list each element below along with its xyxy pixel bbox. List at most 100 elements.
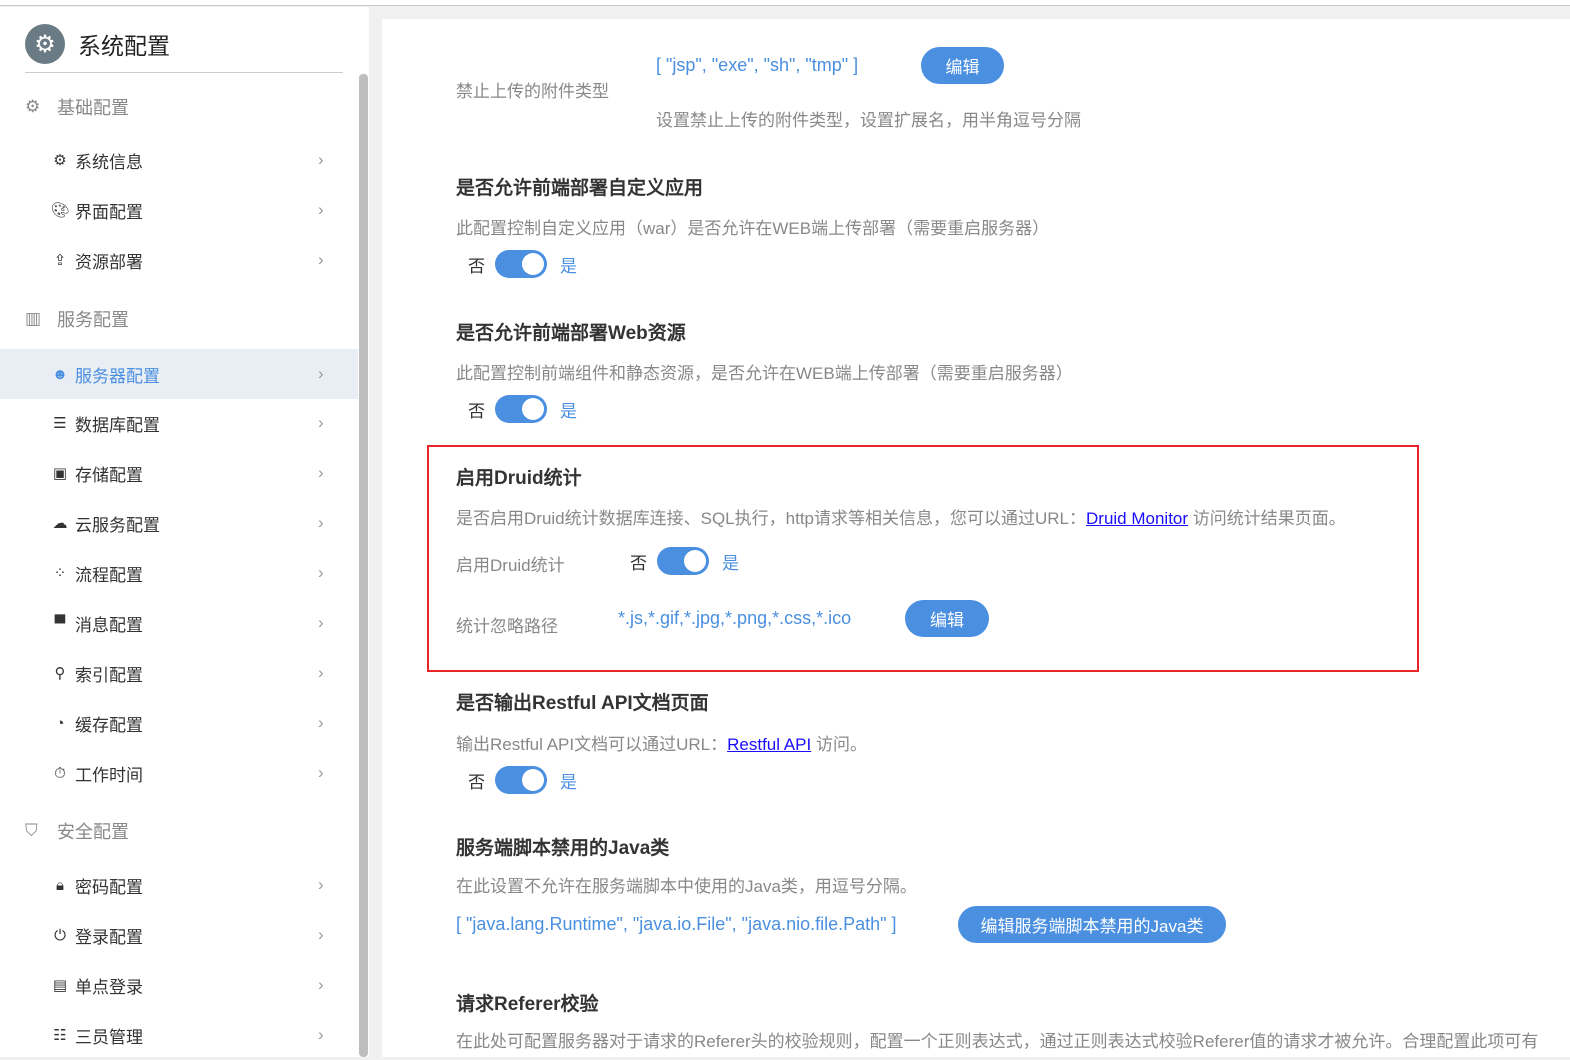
item-label: 索引配置	[75, 665, 143, 685]
chevron-right-icon: ›	[318, 663, 324, 682]
chevron-right-icon: ›	[318, 463, 324, 482]
toggle-switch[interactable]	[495, 395, 547, 423]
toggle-off-label: 否	[468, 772, 485, 792]
web-res-title: 是否允许前端部署Web资源	[456, 323, 686, 344]
toggle-on-label: 是	[722, 553, 739, 573]
sidebar-item-cache[interactable]: ◔ 缓存配置 ›	[0, 698, 358, 748]
chevron-right-icon: ›	[318, 975, 324, 994]
upload-types-label: 禁止上传的附件类型	[456, 82, 609, 101]
toggle-on-label: 是	[560, 772, 577, 792]
restful-toggle[interactable]: 否是	[468, 766, 577, 794]
sidebar-item-sso[interactable]: ▤ 单点登录 ›	[0, 960, 358, 1010]
item-label: 流程配置	[75, 565, 143, 585]
druid-title: 启用Druid统计	[456, 468, 582, 489]
upload-icon: ⇪	[53, 252, 67, 269]
edit-java-classes-button[interactable]: 编辑服务端脚本禁用的Java类	[958, 906, 1226, 943]
timer-icon: ⏱	[54, 764, 66, 782]
restful-desc: 输出Restful API文档可以通过URL：Restful API 访问。	[456, 730, 867, 755]
archive-icon: ▣	[52, 465, 68, 482]
sidebar-item-index[interactable]: ⚲ 索引配置 ›	[0, 648, 358, 698]
toggle-off-label: 否	[630, 553, 647, 573]
toggle-off-label: 否	[468, 401, 485, 421]
sidebar-scrollbar-thumb[interactable]	[359, 74, 368, 1057]
toggle-on-label: 是	[560, 401, 577, 421]
gear-icon: ⚙	[53, 152, 67, 169]
window-top-border	[0, 0, 1570, 6]
toggle-switch[interactable]	[495, 250, 547, 278]
item-label: 服务器配置	[75, 366, 160, 386]
toggle-switch[interactable]	[495, 766, 547, 794]
java-classes-value: [ "java.lang.Runtime", "java.io.File", "…	[456, 914, 897, 934]
custom-app-title: 是否允许前端部署自定义应用	[456, 178, 704, 199]
sidebar-item-cloud[interactable]: ☁ 云服务配置 ›	[0, 498, 358, 548]
list-icon: ☷	[53, 1027, 67, 1044]
pie-icon: ◔	[55, 714, 65, 732]
chevron-right-icon: ›	[318, 250, 324, 269]
item-label: 密码配置	[75, 877, 143, 897]
sidebar-item-server[interactable]: ☻ 服务器配置 ›	[0, 349, 358, 399]
shield-icon: ⛉	[25, 821, 38, 840]
database-icon: ☰	[53, 415, 67, 432]
referer-title: 请求Referer校验	[456, 994, 599, 1015]
group-label: 基础配置	[57, 98, 129, 118]
restful-title: 是否输出Restful API文档页面	[456, 693, 709, 714]
item-label: 三员管理	[75, 1027, 143, 1047]
sidebar-title: 系统配置	[78, 33, 170, 59]
gear-icon: ⚙	[25, 24, 65, 64]
flow-icon: ⁘	[53, 565, 67, 582]
message-icon: ▀	[54, 614, 66, 632]
upload-types-value: [ "jsp", "exe", "sh", "tmp" ]	[656, 55, 859, 75]
item-label: 资源部署	[75, 252, 143, 272]
login-icon: ⏻	[54, 926, 66, 944]
sidebar-item-three-admin[interactable]: ☷ 三员管理 ›	[0, 1010, 358, 1060]
group-basic: ⚙ 基础配置	[25, 94, 129, 120]
chevron-right-icon: ›	[318, 763, 324, 782]
item-label: 界面配置	[75, 202, 143, 222]
edit-druid-ignore-button[interactable]: 编辑	[905, 600, 989, 637]
custom-app-toggle[interactable]: 否是	[468, 250, 577, 278]
chevron-right-icon: ›	[318, 713, 324, 732]
toggle-off-label: 否	[468, 256, 485, 276]
sidebar-item-login[interactable]: ⏻ 登录配置 ›	[0, 910, 358, 960]
palette-icon: 🎨︎	[50, 202, 70, 219]
druid-desc: 是否启用Druid统计数据库连接、SQL执行，http请求等相关信息，您可以通过…	[456, 504, 1346, 529]
web-res-toggle[interactable]: 否是	[468, 395, 577, 423]
user-hand-icon: ☻	[52, 365, 68, 383]
toggle-switch[interactable]	[657, 547, 709, 575]
toggle-on-label: 是	[560, 256, 577, 276]
item-label: 工作时间	[75, 765, 143, 785]
java-desc: 在此设置不允许在服务端脚本中使用的Java类，用逗号分隔。	[456, 877, 917, 896]
sidebar-item-message[interactable]: ▀ 消息配置 ›	[0, 598, 358, 648]
chevron-right-icon: ›	[318, 925, 324, 944]
druid-ignore-value: *.js,*.gif,*.jpg,*.png,*.css,*.ico	[618, 608, 852, 628]
restful-api-link[interactable]: Restful API	[727, 735, 811, 754]
sidebar-item-resource[interactable]: ⇪ 资源部署 ›	[0, 235, 358, 285]
item-label: 登录配置	[75, 927, 143, 947]
id-card-icon: ▤	[52, 977, 68, 994]
item-label: 消息配置	[75, 615, 143, 635]
group-security: ⛉ 安全配置	[25, 818, 129, 844]
chevron-right-icon: ›	[318, 563, 324, 582]
group-label: 服务配置	[57, 310, 129, 330]
sidebar-item-storage[interactable]: ▣ 存储配置 ›	[0, 448, 358, 498]
sidebar-item-ui[interactable]: 🎨︎ 界面配置 ›	[0, 185, 358, 235]
item-label: 单点登录	[75, 977, 143, 997]
sidebar-item-worktime[interactable]: ⏱ 工作时间 ›	[0, 748, 358, 798]
chevron-right-icon: ›	[318, 613, 324, 632]
search-icon: ⚲	[54, 665, 66, 682]
sidebar-header: ⚙ 系统配置	[25, 24, 170, 64]
upload-types-desc: 设置禁止上传的附件类型，设置扩展名，用半角逗号分隔	[656, 111, 1081, 130]
group-service: ▥ 服务配置	[25, 306, 129, 332]
item-label: 缓存配置	[75, 715, 143, 735]
java-title: 服务端脚本禁用的Java类	[456, 838, 670, 859]
sidebar-item-database[interactable]: ☰ 数据库配置 ›	[0, 398, 358, 448]
lock-icon: 🔒︎	[56, 876, 64, 894]
sidebar-item-system-info[interactable]: ⚙ 系统信息 ›	[0, 135, 358, 185]
druid-toggle[interactable]: 否是	[630, 547, 739, 575]
chevron-right-icon: ›	[318, 364, 324, 383]
sidebar-item-password[interactable]: 🔒︎ 密码配置 ›	[0, 860, 358, 910]
gear-icon: ⚙	[25, 97, 41, 116]
edit-upload-types-button[interactable]: 编辑	[921, 47, 1004, 84]
sidebar-item-flow[interactable]: ⁘ 流程配置 ›	[0, 548, 358, 598]
druid-monitor-link[interactable]: Druid Monitor	[1086, 509, 1188, 528]
